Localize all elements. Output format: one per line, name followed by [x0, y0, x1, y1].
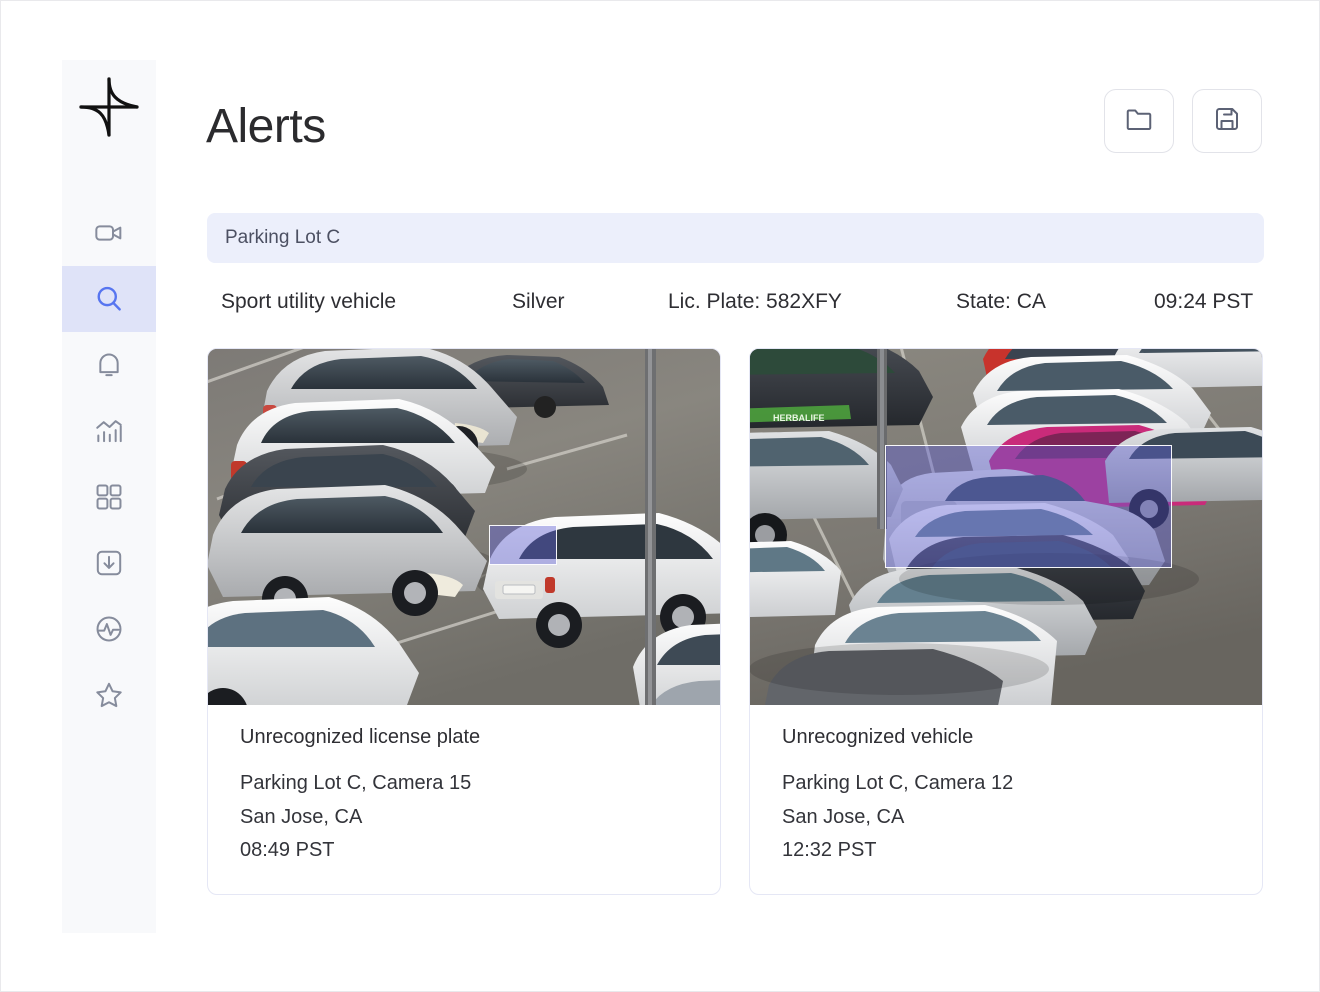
bar-chart-icon [93, 415, 125, 447]
sidebar-item-favorites[interactable] [62, 662, 156, 728]
alert-card-city: San Jose, CA [240, 805, 363, 828]
meta-vehicle-type: Sport utility vehicle [221, 290, 397, 313]
sidebar-item-activity[interactable] [62, 596, 156, 662]
alert-card-grid: Unrecognized license plate Parking Lot C… [207, 348, 1264, 895]
search-icon [93, 283, 125, 315]
open-folder-button[interactable] [1104, 89, 1174, 153]
download-box-icon [93, 547, 125, 579]
meta-license-plate: Lic. Plate: 582XFY [668, 290, 842, 313]
svg-text:HERBALIFE: HERBALIFE [773, 413, 825, 423]
alert-card-heading: Unrecognized vehicle [782, 726, 974, 748]
sidebar-item-alerts[interactable] [62, 332, 156, 398]
bell-icon [93, 349, 125, 381]
sidebar-item-analytics[interactable] [62, 398, 156, 464]
alert-thumbnail[interactable]: HERBALIFE [750, 349, 1262, 705]
alert-card-time: 12:32 PST [782, 839, 877, 862]
alert-card-location: Parking Lot C, Camera 15 [240, 772, 472, 794]
sidebar-item-cameras[interactable] [62, 200, 156, 266]
alert-card-heading: Unrecognized license plate [240, 726, 481, 748]
alert-card-body: Unrecognized license plate Parking Lot C… [208, 705, 720, 894]
meta-time: 09:24 PST [1154, 290, 1254, 313]
alert-thumbnail[interactable] [208, 349, 720, 705]
search-input[interactable] [207, 213, 1264, 263]
header-actions [1104, 89, 1262, 153]
meta-color: Silver [512, 290, 565, 313]
alert-metadata-row: Sport utility vehicle Silver Lic. Plate:… [207, 290, 1264, 320]
save-button[interactable] [1192, 89, 1262, 153]
meta-state: State: CA [956, 290, 1046, 313]
sidebar [62, 60, 156, 933]
sidebar-item-apps[interactable] [62, 464, 156, 530]
alert-card-body: Unrecognized vehicle Parking Lot C, Came… [750, 705, 1262, 894]
alert-card-city: San Jose, CA [782, 805, 905, 828]
folder-icon [1124, 104, 1154, 139]
video-camera-icon [93, 217, 125, 249]
alert-card[interactable]: Unrecognized license plate Parking Lot C… [207, 348, 721, 895]
grid-icon [93, 481, 125, 513]
alert-card[interactable]: HERBALIFE Unrecognized vehicle Parking L… [749, 348, 1263, 895]
alert-card-time: 08:49 PST [240, 839, 335, 862]
star-icon [93, 679, 125, 711]
save-disk-icon [1212, 104, 1242, 139]
sidebar-item-downloads[interactable] [62, 530, 156, 596]
alert-card-location: Parking Lot C, Camera 12 [782, 772, 1014, 794]
pulse-circle-icon [93, 613, 125, 645]
sparkle-logo-icon[interactable] [62, 60, 156, 154]
page-title: Alerts [206, 100, 326, 153]
sidebar-item-search[interactable] [62, 266, 156, 332]
sidebar-nav-list [62, 200, 156, 728]
app-window: Alerts Sport utility vehicle Silver Lic [0, 0, 1320, 992]
